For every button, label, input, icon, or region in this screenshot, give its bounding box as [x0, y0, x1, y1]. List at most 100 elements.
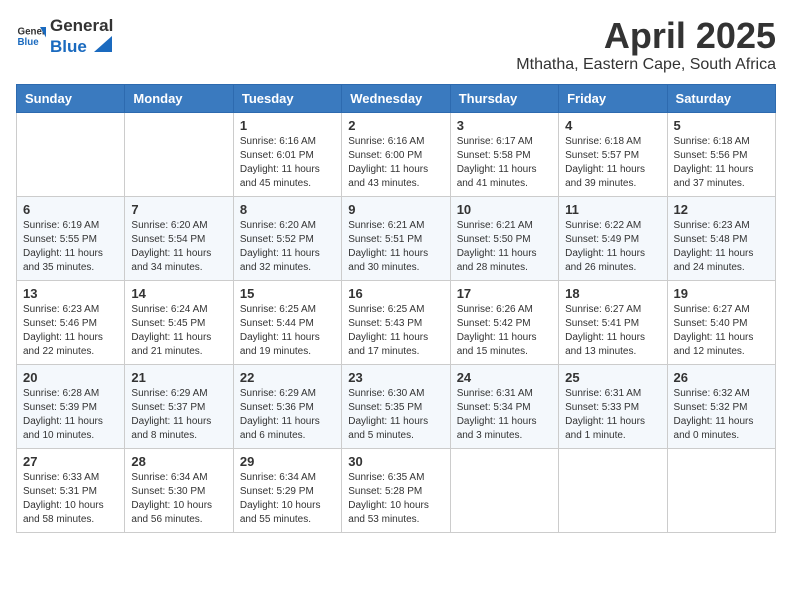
day-number: 18: [565, 286, 660, 301]
calendar-header-friday: Friday: [559, 84, 667, 112]
day-info: Sunrise: 6:22 AM Sunset: 5:49 PM Dayligh…: [565, 219, 660, 275]
day-info: Sunrise: 6:25 AM Sunset: 5:43 PM Dayligh…: [348, 303, 443, 359]
logo: General Blue General Blue: [16, 16, 113, 57]
day-info: Sunrise: 6:20 AM Sunset: 5:52 PM Dayligh…: [240, 219, 335, 275]
calendar-header-row: SundayMondayTuesdayWednesdayThursdayFrid…: [17, 84, 776, 112]
calendar-cell: 3 Sunrise: 6:17 AM Sunset: 5:58 PM Daylig…: [450, 112, 558, 196]
calendar-cell: 13Sunrise: 6:23 AM Sunset: 5:46 PM Dayli…: [17, 280, 125, 364]
day-number: 25: [565, 370, 660, 385]
page-subtitle: Mthatha, Eastern Cape, South Africa: [516, 56, 776, 74]
calendar-header-thursday: Thursday: [450, 84, 558, 112]
calendar-cell: 22 Sunrise: 6:29 AM Sunset: 5:36 PM Dayli…: [233, 364, 341, 448]
day-number: 26: [674, 370, 769, 385]
day-number: 11: [565, 202, 660, 217]
day-info: Sunrise: 6:21 AM Sunset: 5:51 PM Dayligh…: [348, 219, 443, 275]
calendar-cell: 9 Sunrise: 6:21 AM Sunset: 5:51 PM Daylig…: [342, 196, 450, 280]
day-number: 29: [240, 454, 335, 469]
day-info: Sunrise: 6:29 AM Sunset: 5:37 PM Dayligh…: [131, 387, 226, 443]
day-number: 17: [457, 286, 552, 301]
day-number: 2: [348, 118, 443, 133]
calendar-cell: 7 Sunrise: 6:20 AM Sunset: 5:54 PM Daylig…: [125, 196, 233, 280]
day-number: 7: [131, 202, 226, 217]
day-info: Sunrise: 6:31 AM Sunset: 5:33 PM Dayligh…: [565, 387, 660, 443]
day-info: Sunrise: 6:32 AM Sunset: 5:32 PM Dayligh…: [674, 387, 769, 443]
day-info: Sunrise: 6:27 AM Sunset: 5:41 PM Dayligh…: [565, 303, 660, 359]
calendar-cell: 27 Sunrise: 6:33 AM Sunset: 5:31 PM Dayli…: [17, 448, 125, 532]
page-title: April 2025: [516, 16, 776, 56]
day-number: 12: [674, 202, 769, 217]
day-info: Sunrise: 6:34 AM Sunset: 5:29 PM Dayligh…: [240, 471, 335, 527]
calendar-header-tuesday: Tuesday: [233, 84, 341, 112]
calendar-cell: [450, 448, 558, 532]
day-info: Sunrise: 6:23 AM Sunset: 5:48 PM Dayligh…: [674, 219, 769, 275]
day-number: 23: [348, 370, 443, 385]
calendar-cell: [559, 448, 667, 532]
day-number: 24: [457, 370, 552, 385]
calendar-cell: 1Sunrise: 6:16 AM Sunset: 6:01 PM Daylig…: [233, 112, 341, 196]
calendar-header-sunday: Sunday: [17, 84, 125, 112]
day-number: 5: [674, 118, 769, 133]
calendar-cell: 17 Sunrise: 6:26 AM Sunset: 5:42 PM Dayli…: [450, 280, 558, 364]
day-info: Sunrise: 6:28 AM Sunset: 5:39 PM Dayligh…: [23, 387, 118, 443]
calendar-cell: 29 Sunrise: 6:34 AM Sunset: 5:29 PM Dayli…: [233, 448, 341, 532]
day-number: 22: [240, 370, 335, 385]
logo-blue-text: Blue: [50, 37, 87, 56]
day-number: 30: [348, 454, 443, 469]
day-number: 4: [565, 118, 660, 133]
day-number: 19: [674, 286, 769, 301]
day-number: 9: [348, 202, 443, 217]
calendar-cell: [125, 112, 233, 196]
day-info: Sunrise: 6:30 AM Sunset: 5:35 PM Dayligh…: [348, 387, 443, 443]
calendar-cell: [667, 448, 775, 532]
day-info: Sunrise: 6:20 AM Sunset: 5:54 PM Dayligh…: [131, 219, 226, 275]
title-area: April 2025 Mthatha, Eastern Cape, South …: [516, 16, 776, 74]
calendar-cell: 28 Sunrise: 6:34 AM Sunset: 5:30 PM Dayli…: [125, 448, 233, 532]
calendar-cell: 30 Sunrise: 6:35 AM Sunset: 5:28 PM Dayli…: [342, 448, 450, 532]
calendar-cell: 18 Sunrise: 6:27 AM Sunset: 5:41 PM Dayli…: [559, 280, 667, 364]
day-number: 21: [131, 370, 226, 385]
day-number: 14: [131, 286, 226, 301]
calendar-cell: 6Sunrise: 6:19 AM Sunset: 5:55 PM Daylig…: [17, 196, 125, 280]
calendar-cell: 26 Sunrise: 6:32 AM Sunset: 5:32 PM Dayli…: [667, 364, 775, 448]
calendar-cell: 19 Sunrise: 6:27 AM Sunset: 5:40 PM Dayli…: [667, 280, 775, 364]
calendar-header-monday: Monday: [125, 84, 233, 112]
day-number: 8: [240, 202, 335, 217]
day-info: Sunrise: 6:19 AM Sunset: 5:55 PM Dayligh…: [23, 219, 118, 275]
calendar-header-saturday: Saturday: [667, 84, 775, 112]
day-number: 15: [240, 286, 335, 301]
svg-text:Blue: Blue: [18, 37, 40, 48]
calendar-cell: 24 Sunrise: 6:31 AM Sunset: 5:34 PM Dayli…: [450, 364, 558, 448]
calendar-header-wednesday: Wednesday: [342, 84, 450, 112]
day-number: 28: [131, 454, 226, 469]
day-info: Sunrise: 6:31 AM Sunset: 5:34 PM Dayligh…: [457, 387, 552, 443]
day-info: Sunrise: 6:21 AM Sunset: 5:50 PM Dayligh…: [457, 219, 552, 275]
day-info: Sunrise: 6:25 AM Sunset: 5:44 PM Dayligh…: [240, 303, 335, 359]
day-info: Sunrise: 6:35 AM Sunset: 5:28 PM Dayligh…: [348, 471, 443, 527]
day-info: Sunrise: 6:26 AM Sunset: 5:42 PM Dayligh…: [457, 303, 552, 359]
day-info: Sunrise: 6:29 AM Sunset: 5:36 PM Dayligh…: [240, 387, 335, 443]
logo-triangle: [94, 36, 112, 57]
calendar-cell: 14Sunrise: 6:24 AM Sunset: 5:45 PM Dayli…: [125, 280, 233, 364]
calendar-table: SundayMondayTuesdayWednesdayThursdayFrid…: [16, 84, 776, 533]
day-info: Sunrise: 6:27 AM Sunset: 5:40 PM Dayligh…: [674, 303, 769, 359]
day-number: 20: [23, 370, 118, 385]
day-info: Sunrise: 6:33 AM Sunset: 5:31 PM Dayligh…: [23, 471, 118, 527]
day-number: 16: [348, 286, 443, 301]
day-number: 1: [240, 118, 335, 133]
calendar-cell: 16 Sunrise: 6:25 AM Sunset: 5:43 PM Dayli…: [342, 280, 450, 364]
calendar-week-3: 13Sunrise: 6:23 AM Sunset: 5:46 PM Dayli…: [17, 280, 776, 364]
day-number: 27: [23, 454, 118, 469]
calendar-cell: 21 Sunrise: 6:29 AM Sunset: 5:37 PM Dayli…: [125, 364, 233, 448]
calendar-cell: 25 Sunrise: 6:31 AM Sunset: 5:33 PM Dayli…: [559, 364, 667, 448]
calendar-week-4: 20 Sunrise: 6:28 AM Sunset: 5:39 PM Dayli…: [17, 364, 776, 448]
calendar-cell: 2Sunrise: 6:16 AM Sunset: 6:00 PM Daylig…: [342, 112, 450, 196]
calendar-cell: 12 Sunrise: 6:23 AM Sunset: 5:48 PM Dayli…: [667, 196, 775, 280]
day-info: Sunrise: 6:34 AM Sunset: 5:30 PM Dayligh…: [131, 471, 226, 527]
calendar-cell: 23 Sunrise: 6:30 AM Sunset: 5:35 PM Dayli…: [342, 364, 450, 448]
day-info: Sunrise: 6:17 AM Sunset: 5:58 PM Dayligh…: [457, 135, 552, 191]
calendar-cell: 10Sunrise: 6:21 AM Sunset: 5:50 PM Dayli…: [450, 196, 558, 280]
calendar-cell: 15 Sunrise: 6:25 AM Sunset: 5:44 PM Dayli…: [233, 280, 341, 364]
calendar-week-2: 6Sunrise: 6:19 AM Sunset: 5:55 PM Daylig…: [17, 196, 776, 280]
calendar-cell: 11 Sunrise: 6:22 AM Sunset: 5:49 PM Dayli…: [559, 196, 667, 280]
day-number: 3: [457, 118, 552, 133]
